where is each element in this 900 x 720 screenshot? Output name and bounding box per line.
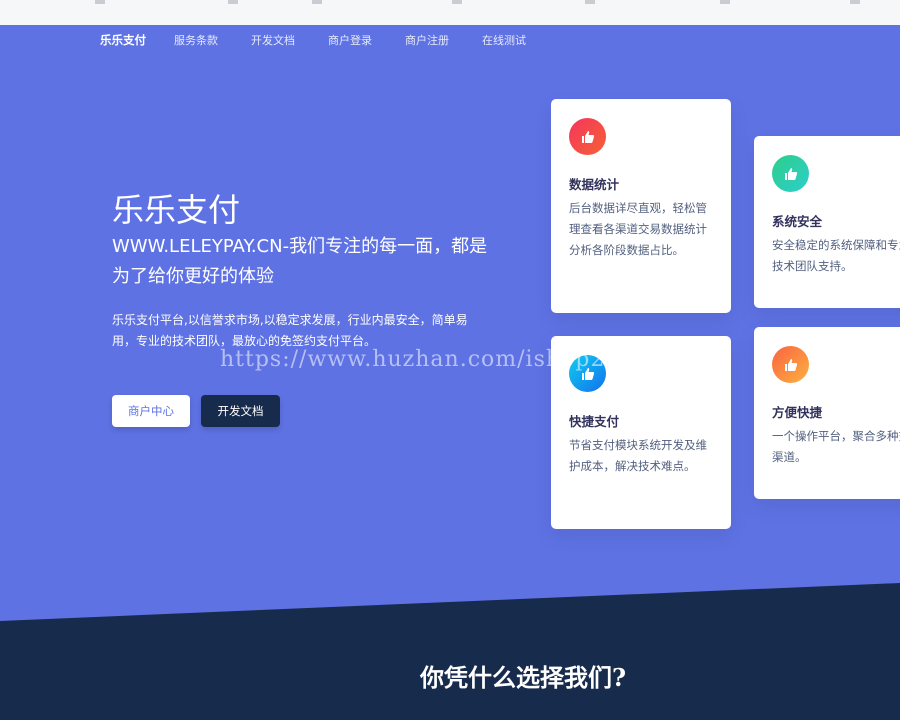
nav-item-login[interactable]: 商户登录 [328,32,372,48]
nav-item-online-test[interactable]: 在线测试 [482,32,526,48]
top-nav: 乐乐支付 服务条款 开发文档 商户登录 商户注册 在线测试 [100,25,559,55]
browser-tab-fragment [312,0,322,4]
feature-card-desc: 后台数据详尽直观，轻松管理查看各渠道交易数据统计分析各阶段数据占比。 [569,201,707,257]
thumb-up-icon [772,346,809,383]
browser-toolbar-strip [0,0,900,26]
hero-title: 乐乐支付 [112,191,241,229]
why-choose-us-heading: 你凭什么选择我们? [419,663,627,692]
feature-card-title: 快捷支付 [569,414,620,429]
feature-card-title: 数据统计 [569,177,620,192]
browser-tab-fragment [850,0,860,4]
browser-tab-fragment [452,0,462,4]
feature-card-desc: 节省支付模块系统开发及维护成本，解决技术难点。 [569,438,707,473]
browser-tab-fragment [720,0,730,4]
browser-tab-fragment [585,0,595,4]
feature-card-desc: 安全稳定的系统保障和专业的技术团队支持。 [772,238,900,273]
browser-tab-fragment [95,0,105,4]
hero-subtitle: WWW.LELEYPAY.CN-我们专注的每一面，都是为了给你更好的体验 [112,236,488,287]
browser-tab-fragment [228,0,238,4]
thumb-up-icon [569,118,606,155]
thumb-up-icon [772,155,809,192]
feature-card-data-stats: 数据统计 后台数据详尽直观，轻松管理查看各渠道交易数据统计分析各阶段数据占比。 [551,99,731,313]
hero-section: 乐乐支付 服务条款 开发文档 商户登录 商户注册 在线测试 乐乐支付 WWW.L… [0,25,900,720]
feature-card-desc: 一个操作平台，聚合多种交易渠道。 [772,429,900,464]
nav-brand-link[interactable]: 乐乐支付 [100,32,146,48]
nav-item-docs[interactable]: 开发文档 [251,32,295,48]
watermark-text: https://www.huzhan.com/ishop29436 [220,347,666,372]
feature-card-title: 方便快捷 [772,405,823,420]
developer-docs-button[interactable]: 开发文档 [201,395,280,427]
nav-item-register[interactable]: 商户注册 [405,32,449,48]
hero-description: 乐乐支付平台,以信誉求市场,以稳定求发展，行业内最安全，简单易用，专业的技术团队… [112,313,468,348]
feature-card-convenient: 方便快捷 一个操作平台，聚合多种交易渠道。 [754,327,900,499]
feature-card-system-security: 系统安全 安全稳定的系统保障和专业的技术团队支持。 [754,136,900,308]
merchant-center-button[interactable]: 商户中心 [112,395,190,427]
nav-item-terms[interactable]: 服务条款 [174,32,218,48]
feature-card-title: 系统安全 [772,214,823,229]
